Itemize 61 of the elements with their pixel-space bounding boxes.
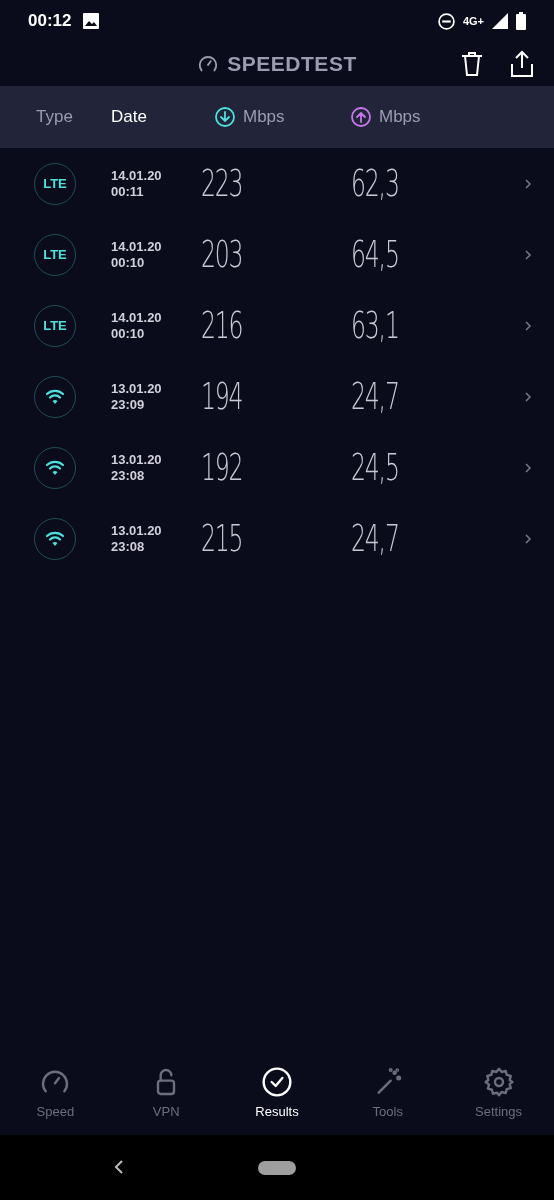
result-row[interactable]: 13.01.20 23:08 215 24,7	[0, 503, 554, 574]
chevron-right-icon	[524, 532, 532, 545]
delete-button[interactable]	[460, 50, 484, 78]
test-date: 13.01.20	[111, 380, 163, 397]
download-speed: 203	[201, 231, 243, 278]
settings-icon	[482, 1065, 515, 1098]
do-not-disturb-icon	[437, 12, 455, 30]
app-title: SPEEDTEST	[227, 51, 357, 78]
chevron-right-icon	[524, 177, 532, 190]
chevron-right-icon	[524, 319, 532, 332]
chevron-right-icon	[524, 248, 532, 261]
test-time: 23:09	[111, 396, 146, 413]
image-icon	[83, 13, 100, 29]
test-time: 23:08	[111, 538, 146, 555]
share-button[interactable]	[510, 50, 534, 78]
battery-icon	[516, 12, 526, 30]
nav-tab[interactable]: VPN	[110, 1052, 222, 1135]
chevron-right-icon	[524, 390, 532, 403]
test-date: 14.01.20	[111, 167, 163, 184]
result-row[interactable]: LTE 14.01.20 00:10 216 63,1	[0, 290, 554, 361]
download-speed: 194	[201, 373, 243, 420]
upload-speed: 63,1	[351, 302, 399, 349]
upload-speed: 24,7	[351, 373, 399, 420]
column-header[interactable]: Mbps	[243, 104, 285, 130]
test-time: 00:11	[111, 183, 145, 200]
status-time: 00:12	[28, 10, 72, 33]
result-row[interactable]: 13.01.20 23:09 194 24,7	[0, 361, 554, 432]
nav-tab[interactable]: Tools	[332, 1052, 444, 1135]
upload-speed: 62,3	[351, 160, 399, 207]
column-header[interactable]: Mbps	[379, 104, 421, 130]
test-date: 14.01.20	[111, 309, 163, 326]
wifi-icon	[45, 388, 65, 405]
network-type: 4G+	[462, 15, 484, 27]
upload-speed: 64,5	[351, 231, 399, 278]
home-button[interactable]	[258, 1160, 296, 1175]
result-row[interactable]: LTE 14.01.20 00:11 223 62,3	[0, 148, 554, 219]
column-header[interactable]: Date	[111, 104, 147, 130]
result-row[interactable]: 13.01.20 23:08 192 24,5	[0, 432, 554, 503]
download-speed: 192	[201, 444, 243, 491]
test-time: 00:10	[111, 254, 146, 271]
test-time: 00:10	[111, 325, 146, 342]
nav-tab[interactable]: Speed	[0, 1052, 111, 1135]
download-speed: 216	[201, 302, 243, 349]
test-date: 13.01.20	[111, 522, 163, 539]
signal-icon	[492, 13, 508, 29]
wifi-icon	[45, 459, 65, 476]
upload-speed: 24,5	[351, 444, 399, 491]
test-time: 23:08	[111, 467, 146, 484]
upload-speed: 24,7	[351, 515, 399, 562]
download-speed: 215	[201, 515, 243, 562]
back-button[interactable]	[112, 1159, 126, 1175]
nav-tab[interactable]: Results	[221, 1052, 333, 1135]
wifi-icon	[45, 530, 65, 547]
chevron-right-icon	[524, 461, 532, 474]
download-speed: 223	[201, 160, 243, 207]
nav-tab[interactable]: Settings	[443, 1052, 554, 1135]
column-header[interactable]: Type	[36, 104, 73, 130]
check-circle-icon	[261, 1065, 293, 1098]
test-date: 14.01.20	[111, 238, 163, 255]
test-date: 13.01.20	[111, 451, 163, 468]
result-row[interactable]: LTE 14.01.20 00:10 203 64,5	[0, 219, 554, 290]
